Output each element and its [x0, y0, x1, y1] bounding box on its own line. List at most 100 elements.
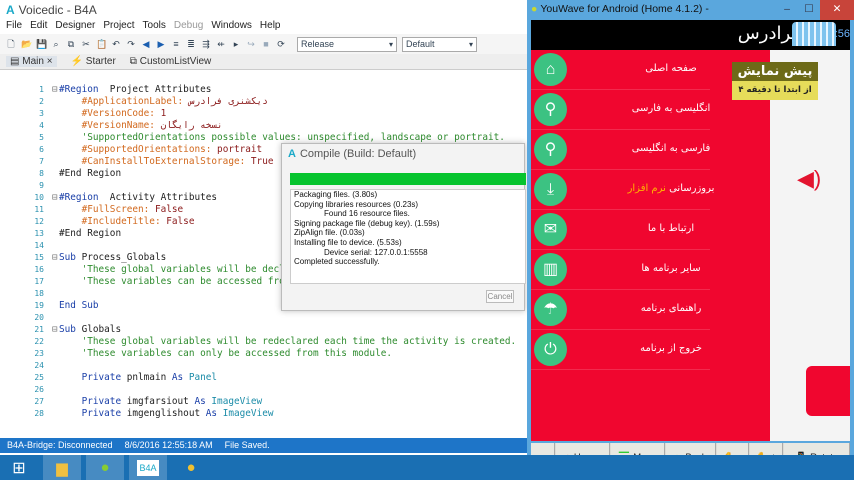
- code-token: portrait: [217, 144, 263, 155]
- youwave-logo-icon: ●: [531, 3, 538, 15]
- fold-toggle-icon[interactable]: ⊟: [52, 252, 58, 264]
- code-line: 25 Private pnlmain As Panel: [0, 372, 527, 384]
- taskbar-app[interactable]: ●: [172, 455, 210, 480]
- cancel-button[interactable]: Cancel: [486, 290, 514, 303]
- code-token: #Region: [59, 192, 99, 203]
- code-text: End Sub: [59, 300, 99, 312]
- preview-badge: پیش نمایش از ابتدا تا دقیقه ۴: [732, 62, 818, 102]
- line-number: 24: [34, 361, 44, 370]
- indent-icon[interactable]: ≡: [171, 39, 181, 49]
- code-token: ImageView: [211, 396, 263, 407]
- menu-item[interactable]: ⚲ انگلیسی به فارسی: [531, 90, 710, 130]
- menu-item-label: بروزرسانی نرم افزار: [601, 183, 741, 194]
- code-token: Activity Attributes: [98, 192, 218, 203]
- restart-icon[interactable]: ⟳: [276, 39, 286, 49]
- start-button[interactable]: ⊞: [0, 455, 38, 480]
- menu-item[interactable]: ⏻ خروج از برنامه: [531, 330, 710, 370]
- new-file-icon[interactable]: 🗋: [6, 39, 16, 49]
- code-line: 27 Private imgfarsiout As ImageView: [0, 396, 527, 408]
- code-text: #ApplicationLabel: دیکشنری فرادرس: [59, 96, 268, 108]
- back-nav-icon[interactable]: ◀: [141, 39, 151, 49]
- fold-toggle-icon[interactable]: ⊟: [52, 324, 58, 336]
- code-text: Sub Globals: [59, 324, 121, 336]
- code-token: 'These variables can only be accessed fr…: [59, 348, 393, 359]
- speaker-icon[interactable]: ◀): [797, 166, 821, 192]
- save-icon[interactable]: 💾: [36, 39, 47, 49]
- fold-toggle-icon[interactable]: ⊟: [52, 192, 58, 204]
- log-line: Signing package file (debug key). (1.59s…: [294, 218, 440, 228]
- undo-icon[interactable]: ↶: [111, 39, 121, 49]
- menu-item[interactable]: ☂ راهنمای برنامه: [531, 290, 710, 330]
- code-line: 3 #VersionCode: 1: [0, 108, 527, 120]
- comment-icon[interactable]: ⇶: [201, 39, 211, 49]
- menu-item[interactable]: ⚲ فارسی به انگلیسی: [531, 130, 710, 170]
- menu-designer[interactable]: Designer: [55, 20, 95, 34]
- forward-nav-icon[interactable]: ▶: [156, 39, 166, 49]
- compile-dialog: A Compile (Build: Default) Packaging file…: [281, 143, 526, 311]
- tab-main[interactable]: ▤ Main ×: [6, 56, 57, 67]
- menu-item[interactable]: ✉ ارتباط با ما: [531, 210, 710, 250]
- menu-item[interactable]: ⌂ صفحه اصلی: [531, 50, 710, 90]
- label-text: صفحه اصلی: [645, 63, 697, 74]
- code-token: As: [171, 372, 189, 383]
- taskbar-b4a[interactable]: B4A: [129, 455, 167, 480]
- menu-windows[interactable]: Windows: [211, 20, 252, 34]
- outdent-icon[interactable]: ≣: [186, 39, 196, 49]
- line-number: 19: [34, 301, 44, 310]
- search-icon: ⚲: [534, 133, 567, 166]
- code-token: دیکشنری فرادرس: [188, 96, 268, 107]
- folder-icon: ▆: [56, 459, 68, 477]
- line-number: 20: [34, 313, 44, 322]
- stop-icon[interactable]: ■: [261, 39, 271, 49]
- tab-starter[interactable]: ⚡ Starter: [71, 56, 116, 67]
- line-number: 18: [34, 289, 44, 298]
- code-token: Private: [59, 372, 127, 383]
- code-line: 2 #ApplicationLabel: دیکشنری فرادرس: [0, 96, 527, 108]
- menu-item[interactable]: ▥ سایر برنامه ها: [531, 250, 710, 290]
- code-line: 26: [0, 384, 527, 396]
- label-text: سایر برنامه ها: [641, 263, 701, 274]
- uncomment-icon[interactable]: ⇷: [216, 39, 226, 49]
- dialog-title-bar: A Compile (Build: Default): [282, 144, 524, 164]
- label-text: بروزرسانی: [665, 183, 715, 194]
- find-icon[interactable]: ⌕: [51, 39, 61, 49]
- minimize-button[interactable]: –: [776, 0, 798, 20]
- menu-help[interactable]: Help: [260, 20, 281, 34]
- menu-item-label: فارسی به انگلیسی: [601, 143, 741, 154]
- open-folder-icon[interactable]: 📂: [21, 39, 32, 49]
- redo-icon[interactable]: ↷: [126, 39, 136, 49]
- run-icon[interactable]: ▸: [231, 39, 241, 49]
- close-button[interactable]: ✕: [820, 0, 854, 20]
- line-number: 10: [34, 193, 44, 202]
- maximize-button[interactable]: ☐: [798, 0, 820, 20]
- menu-project[interactable]: Project: [103, 20, 134, 34]
- taskbar-youwave[interactable]: ●: [86, 455, 124, 480]
- menu-item[interactable]: ⤓ بروزرسانی نرم افزار: [531, 170, 714, 210]
- lightning-icon: ⚡: [70, 56, 86, 67]
- menu-tools[interactable]: Tools: [143, 20, 166, 34]
- cut-icon[interactable]: ✂: [81, 39, 91, 49]
- code-token: 1: [160, 108, 167, 119]
- taskbar-explorer[interactable]: ▆: [43, 455, 81, 480]
- b4a-logo-icon: A: [6, 3, 15, 17]
- log-line: Installing file to device. (5.53s): [294, 237, 402, 247]
- close-icon[interactable]: ×: [47, 56, 53, 67]
- log-line: Copying libraries resources (0.23s): [294, 199, 419, 209]
- fold-toggle-icon[interactable]: ⊟: [52, 84, 58, 96]
- step-icon[interactable]: ↪: [246, 39, 256, 49]
- menu-file[interactable]: File: [6, 20, 22, 34]
- tab-customlistview[interactable]: ⧉ CustomListView: [130, 56, 211, 67]
- code-text: #IncludeTitle: False: [59, 216, 195, 228]
- build-config-select[interactable]: Release: [297, 36, 397, 52]
- clock: :56: [834, 28, 850, 40]
- menu-item-label: صفحه اصلی: [601, 63, 741, 74]
- menu-debug[interactable]: Debug: [174, 20, 203, 34]
- paste-icon[interactable]: 📋: [96, 39, 107, 49]
- menu-edit[interactable]: Edit: [30, 20, 47, 34]
- build-target-select[interactable]: Default: [402, 36, 477, 52]
- code-token: #VersionName:: [59, 120, 161, 131]
- copy-icon[interactable]: ⧉: [66, 39, 76, 49]
- log-line: Device serial: 127.0.0.1:5558: [324, 247, 428, 257]
- code-token: #IncludeTitle:: [59, 216, 167, 227]
- code-text: #End Region: [59, 228, 121, 240]
